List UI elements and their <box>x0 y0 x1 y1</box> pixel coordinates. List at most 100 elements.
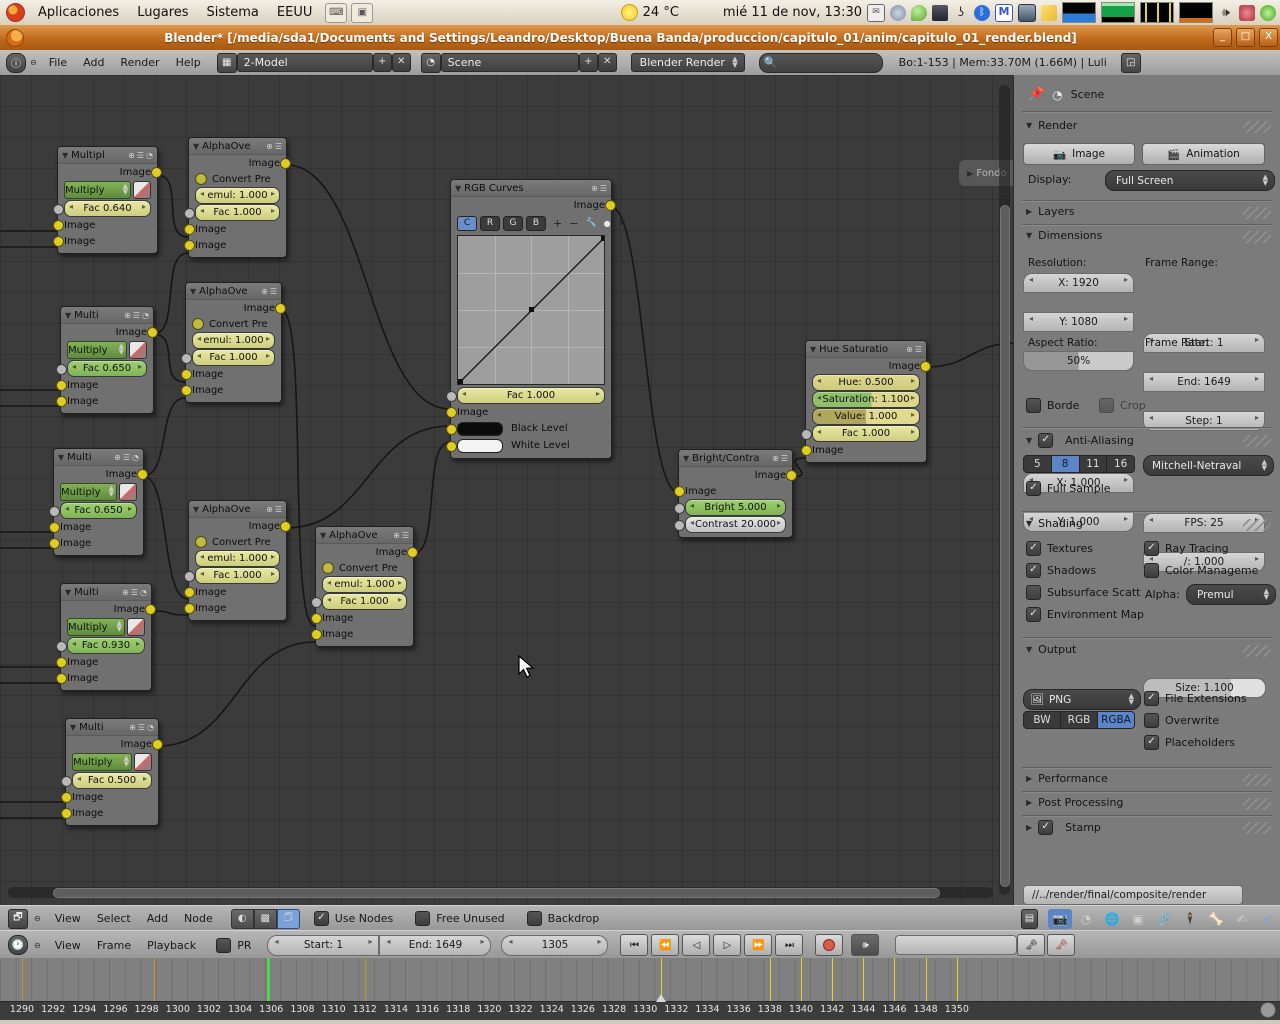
menu-playback[interactable]: Playback <box>139 939 204 952</box>
output-socket[interactable] <box>280 521 291 532</box>
tab-constraints[interactable]: 🔗 <box>1152 909 1176 929</box>
output-socket[interactable] <box>145 604 156 615</box>
stamp-enable-checkbox[interactable]: ✓ <box>1038 820 1054 835</box>
search-input[interactable]: 🔍 <box>758 52 883 73</box>
node-hue-saturatio[interactable]: ▼ Hue Saturatio ⊕ ☰ Image Hue: 0.500 ◂ ▸ Saturat… <box>801 340 931 463</box>
node-multipl[interactable]: ▼ Multipl ⊕ ☰ ◔ Image Multiply ▲ ▼ Fac 0.640 ◂ ▸ Ima… <box>53 146 162 254</box>
editor-type-properties-icon[interactable]: ▤ <box>1021 908 1038 929</box>
timeline-ruler[interactable]: 1290 1292 1294 1296 1298 1300 1302 1304 1306 1308… <box>0 1001 1280 1020</box>
blend-mode-select[interactable]: Multiply ▲ ▼ <box>67 341 127 359</box>
tab-object-data[interactable]: 🕴 <box>1178 909 1202 929</box>
slider-hue-0.500[interactable]: Hue: 0.500 ◂ ▸ <box>812 374 920 391</box>
factor-socket[interactable] <box>674 519 685 531</box>
ray-tracing-checkbox[interactable]: ✓ Ray Tracing <box>1144 541 1229 556</box>
format-select[interactable]: 🖼 PNG ▲ ▼ <box>1023 689 1141 710</box>
window-corner-icon[interactable]: ◲ <box>1120 52 1141 73</box>
node-title[interactable]: ▼ Bright/Contra ⊕ ☰ <box>679 450 792 467</box>
plus-icon[interactable]: ⊕ <box>129 723 136 732</box>
factor-socket[interactable] <box>184 570 195 582</box>
clipping-icon[interactable]: ● <box>604 219 611 228</box>
window-titlebar[interactable]: Blender* [/media/sda1/Documents and Sett… <box>0 25 1280 51</box>
tab-bone[interactable]: 🦴 <box>1204 909 1228 929</box>
panel-header-dimensions[interactable]: ▼ Dimensions <box>1026 229 1102 242</box>
jump-start-button[interactable]: ⏮ <box>620 934 649 956</box>
options-icon[interactable]: ☰ <box>133 311 140 320</box>
render-engine-select[interactable]: Blender Render ▲ ▼ <box>630 53 745 72</box>
menu-view[interactable]: View <box>47 912 89 925</box>
slider-fac-0.650[interactable]: Fac 0.650 ◂ ▸ <box>67 360 147 377</box>
options-icon[interactable]: ☰ <box>123 453 130 462</box>
textures-checkbox[interactable]: ✓ Textures <box>1026 541 1093 556</box>
file-extensions-checkbox[interactable]: ✓ File Extensions <box>1144 691 1247 706</box>
slider-fac-0.500[interactable]: Fac 0.500 ◂ ▸ <box>72 772 152 789</box>
panel-header-render[interactable]: ▼ Render <box>1026 119 1077 132</box>
factor-socket[interactable] <box>49 505 60 517</box>
convert-premul-toggle[interactable] <box>322 562 334 574</box>
output-socket[interactable] <box>920 361 931 372</box>
collapse-triangle-icon[interactable]: ▼ <box>193 142 199 151</box>
delete-keyframe-button[interactable]: 🗝 <box>1047 934 1076 956</box>
zoom-in-icon[interactable]: + <box>553 217 562 230</box>
node-title[interactable]: ▼ Multi ⊕ ☰ ◔ <box>54 449 143 466</box>
menu-add[interactable]: Add <box>139 912 176 925</box>
blend-mode-select[interactable]: Multiply ▲ ▼ <box>67 618 125 636</box>
editor-type-info-icon[interactable]: ⓘ <box>6 52 26 73</box>
menu-file[interactable]: File <box>41 56 75 69</box>
add-layout-button[interactable]: + <box>372 53 392 72</box>
play-reverse-button[interactable]: ◁ <box>682 934 711 956</box>
preview-range-checkbox[interactable]: PR <box>216 937 251 953</box>
status-dot[interactable] <box>1260 4 1276 21</box>
composite-nodes-icon[interactable]: 🗇 <box>276 908 300 929</box>
editor-type-node-icon[interactable]: 🗗 <box>8 908 28 929</box>
collapse-triangle-icon[interactable]: ▼ <box>62 151 68 160</box>
input-socket[interactable] <box>311 629 322 640</box>
output-socket[interactable] <box>137 469 148 480</box>
clock[interactable]: mié 11 de nov, 13:30 <box>723 5 862 20</box>
frame-end-field[interactable]: ◂ End: 1649 ▸ <box>1143 372 1265 392</box>
factor-socket[interactable] <box>56 363 67 375</box>
plus-icon[interactable]: ⊕ <box>266 505 273 514</box>
slider-fac-1.000[interactable]: Fac 1.000 ◂ ▸ <box>812 425 920 442</box>
input-socket[interactable] <box>56 380 67 391</box>
preview-icon[interactable]: ◔ <box>147 723 154 732</box>
play-button[interactable]: ▷ <box>713 934 742 956</box>
plus-icon[interactable]: ⊕ <box>114 453 121 462</box>
scene-field[interactable]: Scene <box>440 53 579 72</box>
input-socket[interactable] <box>674 486 685 497</box>
backdrop-checkbox[interactable]: Backdrop <box>526 911 599 926</box>
input-socket[interactable] <box>53 236 64 247</box>
menu-help[interactable]: Help <box>168 56 209 69</box>
node-title[interactable]: ▼ Multi ⊕ ☰ ◔ <box>61 584 151 601</box>
scroller-handle[interactable] <box>1260 1002 1276 1018</box>
factor-socket[interactable] <box>61 775 72 787</box>
color-swatch[interactable] <box>457 421 503 436</box>
render-animation-button[interactable]: 🎬 Animation <box>1142 143 1265 165</box>
node-title[interactable]: ▼ AlphaOve ⊕ ☰ <box>316 527 413 544</box>
clamp-toggle-button[interactable] <box>134 753 152 771</box>
input-socket[interactable] <box>49 538 60 549</box>
options-icon[interactable]: ☰ <box>138 723 145 732</box>
close-button[interactable]: X <box>1259 28 1278 47</box>
input-socket[interactable] <box>56 657 67 668</box>
overwrite-checkbox[interactable]: Overwrite <box>1144 713 1219 728</box>
jump-end-button[interactable]: ⏭ <box>775 934 804 956</box>
slider-saturation-1.100[interactable]: Saturation: 1.100 ◂ ▸ <box>812 391 920 408</box>
factor-socket[interactable] <box>446 390 457 402</box>
resolution-y-field[interactable]: ◂ Y: 1080 ▸ <box>1023 312 1134 332</box>
slider-fac-1.000[interactable]: Fac 1.000 ◂ ▸ <box>195 204 280 221</box>
slider-value-1.000[interactable]: Value: 1.000 ◂ ▸ <box>812 408 920 425</box>
input-method-icon[interactable]: ▣ <box>351 2 374 23</box>
input-socket[interactable] <box>184 224 195 235</box>
menu-add[interactable]: Add <box>75 56 112 69</box>
input-socket[interactable] <box>184 587 195 598</box>
node-editor-canvas[interactable]: ▼ Multipl ⊕ ☰ ◔ Image Multiply ▲ ▼ Fac 0.640 ◂ ▸ Ima… <box>0 75 1013 905</box>
collapse-triangle-icon[interactable]: ▼ <box>320 531 326 540</box>
collapse-triangle-icon[interactable]: ▼ <box>70 723 76 732</box>
curve-channel-b[interactable]: B <box>526 215 546 231</box>
options-icon[interactable]: ☰ <box>402 531 409 540</box>
subsurface-checkbox[interactable]: Subsurface Scatt <box>1026 585 1140 600</box>
slider-contrast-20.000[interactable]: Contrast 20.000 ◂ ▸ <box>685 516 786 533</box>
editor-type-timeline-icon[interactable]: 🕐 <box>8 935 28 955</box>
factor-socket[interactable] <box>184 207 195 219</box>
tab-physics[interactable]: ✔ <box>1256 909 1280 929</box>
